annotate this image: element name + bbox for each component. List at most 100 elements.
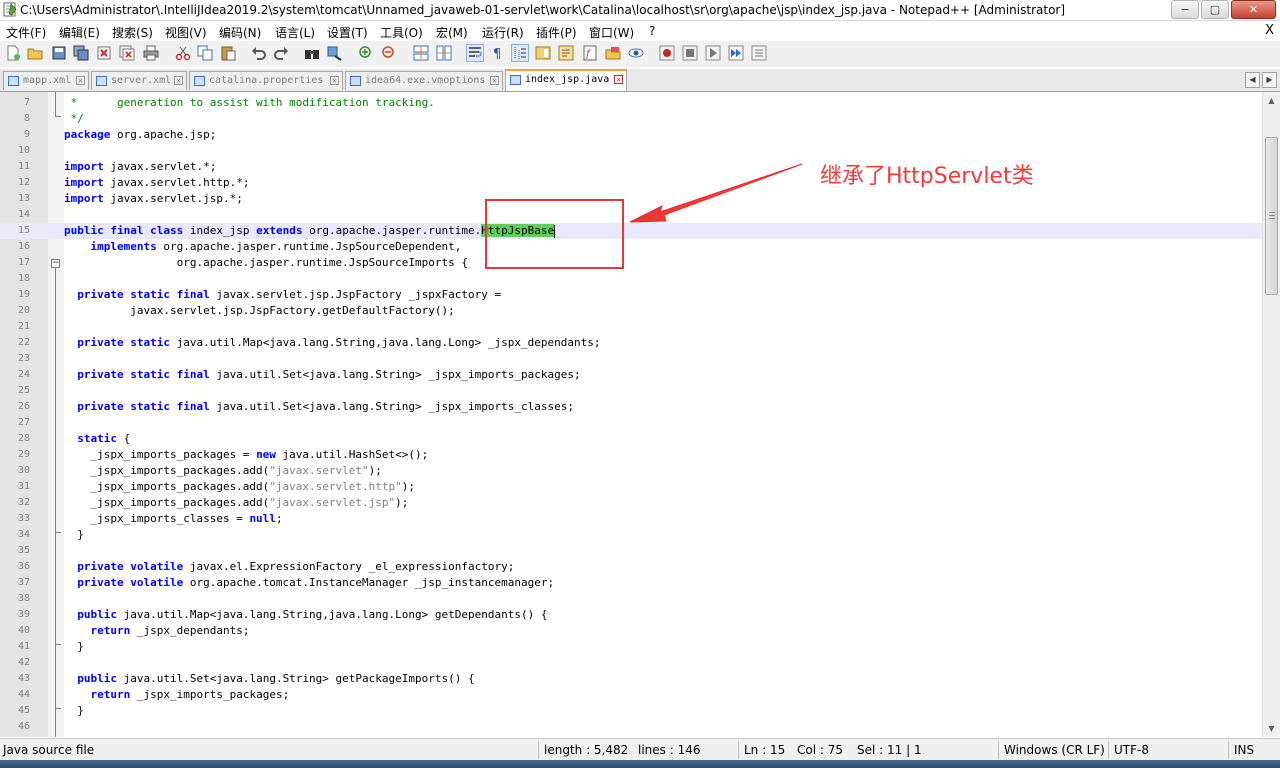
- menu-help[interactable]: ?: [649, 24, 655, 38]
- menu-view[interactable]: 视图(V): [165, 24, 207, 41]
- code-line[interactable]: 40 return _jspx_dependants;: [0, 623, 1262, 639]
- redo-icon[interactable]: [273, 45, 289, 61]
- code-line[interactable]: 42: [0, 655, 1262, 671]
- replace-icon[interactable]: [327, 45, 343, 61]
- zoom-in-icon[interactable]: [358, 45, 374, 61]
- code-line[interactable]: 14: [0, 207, 1262, 223]
- stop-record-icon[interactable]: [682, 45, 698, 61]
- code-line[interactable]: 35: [0, 543, 1262, 559]
- code-line[interactable]: 43 public java.util.Set<java.lang.String…: [0, 671, 1262, 687]
- status-insert-mode[interactable]: INS: [1234, 743, 1254, 757]
- tab-server-xml[interactable]: server.xml ✕: [91, 71, 187, 90]
- code-line[interactable]: 28 static {: [0, 431, 1262, 447]
- scrollbar-thumb[interactable]: [1265, 137, 1278, 295]
- close-document-x[interactable]: X: [1265, 23, 1274, 38]
- code-line[interactable]: 20 javax.servlet.jsp.JspFactory.getDefau…: [0, 303, 1262, 319]
- tab-close-icon[interactable]: ✕: [330, 76, 339, 85]
- sync-vertical-icon[interactable]: [413, 45, 429, 61]
- code-line[interactable]: 46: [0, 719, 1262, 735]
- code-line[interactable]: 39 public java.util.Map<java.lang.String…: [0, 607, 1262, 623]
- close-window-button[interactable]: ✕: [1231, 0, 1276, 19]
- monitoring-icon[interactable]: [628, 45, 644, 61]
- code-line[interactable]: 32 _jspx_imports_packages.add("javax.ser…: [0, 495, 1262, 511]
- menu-file[interactable]: 文件(F): [6, 24, 46, 41]
- menu-search[interactable]: 搜索(S): [112, 24, 153, 41]
- word-wrap-icon[interactable]: [466, 44, 484, 62]
- print-icon[interactable]: [143, 45, 159, 61]
- tab-mapp-xml[interactable]: mapp.xml ✕: [3, 71, 89, 90]
- code-line[interactable]: 44 return _jspx_imports_packages;: [0, 687, 1262, 703]
- tab-index-jsp-java[interactable]: index_jsp.java ✕: [505, 69, 627, 91]
- code-line[interactable]: 24 private static final java.util.Set<ja…: [0, 367, 1262, 383]
- new-file-icon[interactable]: [5, 45, 21, 61]
- scroll-up-icon[interactable]: ▲: [1264, 93, 1279, 108]
- code-line[interactable]: 31 _jspx_imports_packages.add("javax.ser…: [0, 479, 1262, 495]
- playback-macro-icon[interactable]: [705, 45, 721, 61]
- save-icon[interactable]: [51, 45, 67, 61]
- sync-horizontal-icon[interactable]: [436, 45, 452, 61]
- code-line[interactable]: 45 }: [0, 703, 1262, 719]
- tab-close-icon[interactable]: ✕: [76, 76, 85, 85]
- doc-map-icon[interactable]: [535, 45, 551, 61]
- code-line[interactable]: 38: [0, 591, 1262, 607]
- indent-guide-icon[interactable]: [511, 44, 529, 62]
- code-line[interactable]: 11 import javax.servlet.*;: [0, 159, 1262, 175]
- minimize-button[interactable]: −: [1171, 0, 1199, 19]
- folder-as-workspace-icon[interactable]: f: [582, 45, 598, 61]
- tab-scroll-right-icon[interactable]: ▶: [1262, 72, 1277, 88]
- code-editor[interactable]: − 7 * generation to assist with modifica…: [0, 92, 1262, 737]
- copy-icon[interactable]: [197, 45, 213, 61]
- code-line[interactable]: 25: [0, 383, 1262, 399]
- record-macro-icon[interactable]: [659, 45, 675, 61]
- code-line[interactable]: 33 _jspx_imports_classes = null;: [0, 511, 1262, 527]
- tab-close-icon[interactable]: ✕: [174, 76, 183, 85]
- code-line[interactable]: 8 */: [0, 111, 1262, 127]
- code-line[interactable]: 10: [0, 143, 1262, 159]
- code-line[interactable]: 41 }: [0, 639, 1262, 655]
- save-macro-icon[interactable]: [751, 45, 767, 61]
- code-line[interactable]: 15 public final class index_jsp extends o…: [0, 223, 1262, 239]
- menu-encoding[interactable]: 编码(N): [219, 24, 261, 41]
- tab-close-icon[interactable]: ✕: [614, 75, 623, 84]
- code-line[interactable]: 30 _jspx_imports_packages.add("javax.ser…: [0, 463, 1262, 479]
- paste-icon[interactable]: [220, 45, 236, 61]
- zoom-out-icon[interactable]: [381, 45, 397, 61]
- code-line[interactable]: 37 private volatile org.apache.tomcat.In…: [0, 575, 1262, 591]
- menu-run[interactable]: 运行(R): [482, 24, 524, 41]
- show-all-chars-icon[interactable]: ¶: [489, 45, 505, 61]
- close-icon[interactable]: [96, 45, 112, 61]
- code-line[interactable]: 19 private static final javax.servlet.js…: [0, 287, 1262, 303]
- maximize-button[interactable]: ▢: [1201, 0, 1229, 19]
- status-encoding[interactable]: UTF-8: [1114, 743, 1149, 757]
- tab-close-icon[interactable]: ✕: [490, 76, 499, 85]
- function-list-icon[interactable]: [558, 45, 574, 61]
- code-line[interactable]: 7 * generation to assist with modificati…: [0, 95, 1262, 111]
- menu-macro[interactable]: 宏(M): [436, 24, 468, 41]
- menu-edit[interactable]: 编辑(E): [59, 24, 100, 41]
- vertical-scrollbar[interactable]: ▲ ▼: [1262, 92, 1280, 737]
- close-all-icon[interactable]: [119, 45, 135, 61]
- tab-scroll-left-icon[interactable]: ◀: [1245, 72, 1260, 88]
- notepadpp-app-icon[interactable]: [3, 2, 17, 17]
- code-line[interactable]: 23: [0, 351, 1262, 367]
- close-all-folders-icon[interactable]: [605, 45, 621, 61]
- code-line[interactable]: 9 package org.apache.jsp;: [0, 127, 1262, 143]
- scroll-down-icon[interactable]: ▼: [1264, 721, 1279, 736]
- open-file-icon[interactable]: [27, 45, 43, 61]
- tab-catalina-properties[interactable]: catalina.properties ✕: [189, 71, 343, 90]
- code-line[interactable]: 34 }: [0, 527, 1262, 543]
- run-macro-multiple-icon[interactable]: [728, 45, 744, 61]
- code-line[interactable]: 18: [0, 271, 1262, 287]
- undo-icon[interactable]: [251, 45, 267, 61]
- code-line[interactable]: 12 import javax.servlet.http.*;: [0, 175, 1262, 191]
- menu-window[interactable]: 窗口(W): [589, 24, 634, 41]
- code-line[interactable]: 17 org.apache.jasper.runtime.JspSourceIm…: [0, 255, 1262, 271]
- code-line[interactable]: 26 private static final java.util.Set<ja…: [0, 399, 1262, 415]
- code-line[interactable]: 21: [0, 319, 1262, 335]
- menu-language[interactable]: 语言(L): [275, 24, 315, 41]
- cut-icon[interactable]: [175, 45, 191, 61]
- code-line[interactable]: 29 _jspx_imports_packages = new java.uti…: [0, 447, 1262, 463]
- code-line[interactable]: 16 implements org.apache.jasper.runtime.…: [0, 239, 1262, 255]
- save-all-icon[interactable]: [73, 45, 89, 61]
- menu-plugins[interactable]: 插件(P): [536, 24, 577, 41]
